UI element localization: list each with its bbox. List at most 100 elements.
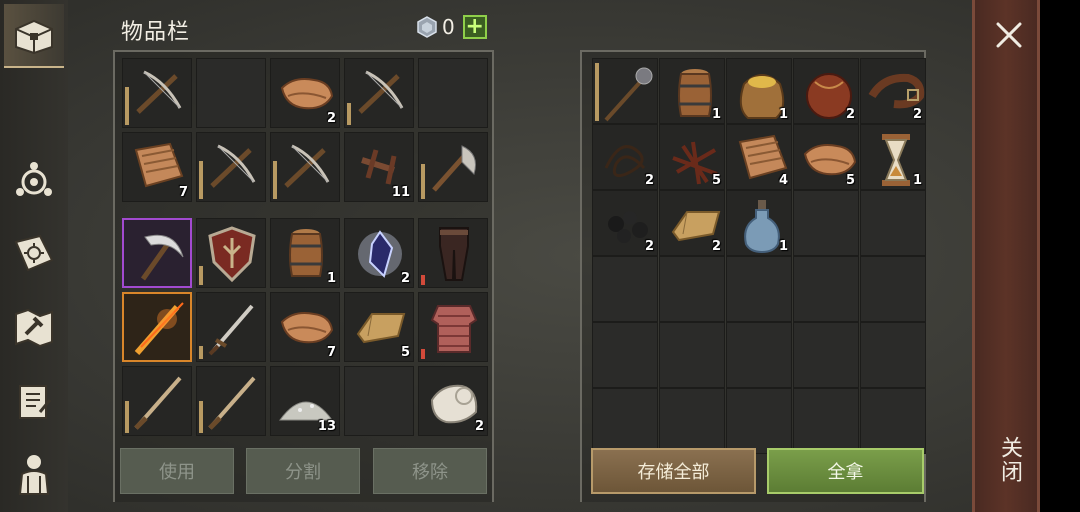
durability-bar — [199, 161, 203, 199]
nav-storage[interactable] — [4, 4, 64, 68]
inv-slot-crossbow[interactable] — [270, 132, 340, 202]
stash-slot-empty[interactable] — [793, 388, 859, 454]
stash-slot-hourglass[interactable]: 1 — [860, 124, 926, 190]
stash-slot-rope[interactable]: 2 — [592, 124, 658, 190]
stash-slot-cloth[interactable]: 4 — [726, 124, 792, 190]
inv-slot-pants[interactable] — [418, 218, 488, 288]
stash-slot-barrel[interactable]: 1 — [659, 58, 725, 124]
stash-slot-empty[interactable] — [592, 256, 658, 322]
inv-slot-ingot[interactable]: 5 — [344, 292, 414, 362]
item-count: 2 — [845, 107, 855, 122]
stash-slot-empty[interactable] — [659, 256, 725, 322]
spear-blade-icon — [134, 376, 182, 430]
inv-slot-bandage[interactable]: 2 — [418, 366, 488, 436]
stash-slot-empty[interactable] — [726, 256, 792, 322]
take-all-button[interactable]: 全拿 — [767, 448, 924, 494]
inv-slot-leather[interactable]: 7 — [270, 292, 340, 362]
stash-slot-mace[interactable] — [592, 58, 658, 124]
currency-display: 0 + — [416, 15, 487, 39]
stash-slot-empty[interactable] — [592, 322, 658, 388]
inv-slot-crystal[interactable]: 2 — [344, 218, 414, 288]
stash-slot-empty[interactable] — [793, 322, 859, 388]
inv-slot-crossbow[interactable] — [344, 58, 414, 128]
nav-skills[interactable] — [4, 148, 64, 212]
durability-bar — [199, 401, 203, 433]
crossbow-icon — [358, 70, 404, 114]
inv-slot-flame-sword[interactable] — [122, 292, 192, 362]
stash-slot-leather[interactable]: 5 — [793, 124, 859, 190]
stash-slot-empty[interactable] — [860, 322, 926, 388]
stash-slot-empty[interactable] — [726, 322, 792, 388]
stash-slot-empty[interactable] — [592, 388, 658, 454]
nav-recipes[interactable] — [4, 370, 64, 434]
item-count: 2 — [474, 419, 484, 434]
stash-slot-empty[interactable] — [726, 388, 792, 454]
item-count: 5 — [400, 345, 410, 360]
inv-slot-chainmail[interactable] — [418, 292, 488, 362]
item-count: 2 — [400, 271, 410, 286]
use-button[interactable]: 使用 — [120, 448, 234, 494]
nav-quests[interactable] — [4, 222, 64, 286]
stash-slot-belt[interactable]: 2 — [860, 58, 926, 124]
item-count: 11 — [391, 185, 410, 200]
item-count: 13 — [317, 419, 336, 434]
item-count: 7 — [178, 185, 188, 200]
split-button[interactable]: 分割 — [246, 448, 360, 494]
inv-slot-spear-blade[interactable] — [122, 366, 192, 436]
item-count: 2 — [912, 107, 922, 122]
storage-chest-icon — [15, 19, 53, 55]
add-currency-button[interactable]: + — [462, 15, 487, 39]
inv-slot-axe[interactable] — [418, 132, 488, 202]
close-label: 关闭 — [997, 436, 1022, 484]
stash-slot-ingot[interactable]: 2 — [659, 190, 725, 256]
stash-slot-empty[interactable] — [860, 190, 926, 256]
remove-button[interactable]: 移除 — [373, 448, 487, 494]
inv-slot-powder[interactable]: 13 — [270, 366, 340, 436]
inv-slot-crossbow[interactable] — [196, 132, 266, 202]
crossbow-icon — [136, 70, 182, 114]
inventory-title: 物品栏 — [121, 20, 191, 45]
store-all-button[interactable]: 存储全部 — [591, 448, 756, 494]
stash-slot-empty[interactable] — [860, 256, 926, 322]
inv-slot-leather[interactable]: 2 — [270, 58, 340, 128]
quest-book-icon — [14, 234, 54, 272]
close-icon[interactable] — [992, 18, 1026, 52]
inv-slot-sword[interactable] — [196, 292, 266, 362]
inv-slot-spear-blade[interactable] — [196, 366, 266, 436]
stash-slot-empty[interactable] — [793, 190, 859, 256]
durability-bar — [347, 103, 351, 125]
stash-slot-coal[interactable]: 2 — [592, 190, 658, 256]
stash-slot-flask[interactable]: 1 — [726, 190, 792, 256]
close-panel[interactable]: 关闭 — [972, 0, 1040, 512]
item-count: 1 — [778, 239, 788, 254]
item-count: 2 — [644, 173, 654, 188]
item-count: 1 — [912, 173, 922, 188]
item-count: 1 — [711, 107, 721, 122]
item-count: 5 — [845, 173, 855, 188]
durability-bar — [273, 161, 277, 199]
inv-slot-empty[interactable] — [344, 366, 414, 436]
inv-slot-scythe[interactable] — [122, 218, 192, 288]
stash-slot-empty[interactable] — [659, 322, 725, 388]
inv-slot-empty[interactable] — [196, 58, 266, 128]
stash-slot-grain-sack[interactable]: 1 — [726, 58, 792, 124]
stash-slot-empty[interactable] — [860, 388, 926, 454]
inv-slot-empty[interactable] — [418, 58, 488, 128]
inv-slot-shield[interactable] — [196, 218, 266, 288]
stash-slot-fiber[interactable]: 5 — [659, 124, 725, 190]
inv-slot-crossbow[interactable] — [122, 58, 192, 128]
stash-slot-empty[interactable] — [659, 388, 725, 454]
inv-slot-nails[interactable]: 11 — [344, 132, 414, 202]
inv-slot-barrel[interactable]: 1 — [270, 218, 340, 288]
item-count: 2 — [326, 111, 336, 126]
flame-sword-icon — [134, 302, 184, 355]
nav-character[interactable] — [4, 442, 64, 506]
durability-bar — [421, 275, 425, 285]
chainmail-icon — [430, 305, 478, 353]
durability-bar — [125, 87, 129, 125]
stash-slot-leather-bag[interactable]: 2 — [793, 58, 859, 124]
nav-crafting[interactable] — [4, 296, 64, 360]
durability-bar — [199, 266, 203, 285]
inv-slot-cloth[interactable]: 7 — [122, 132, 192, 202]
stash-slot-empty[interactable] — [793, 256, 859, 322]
